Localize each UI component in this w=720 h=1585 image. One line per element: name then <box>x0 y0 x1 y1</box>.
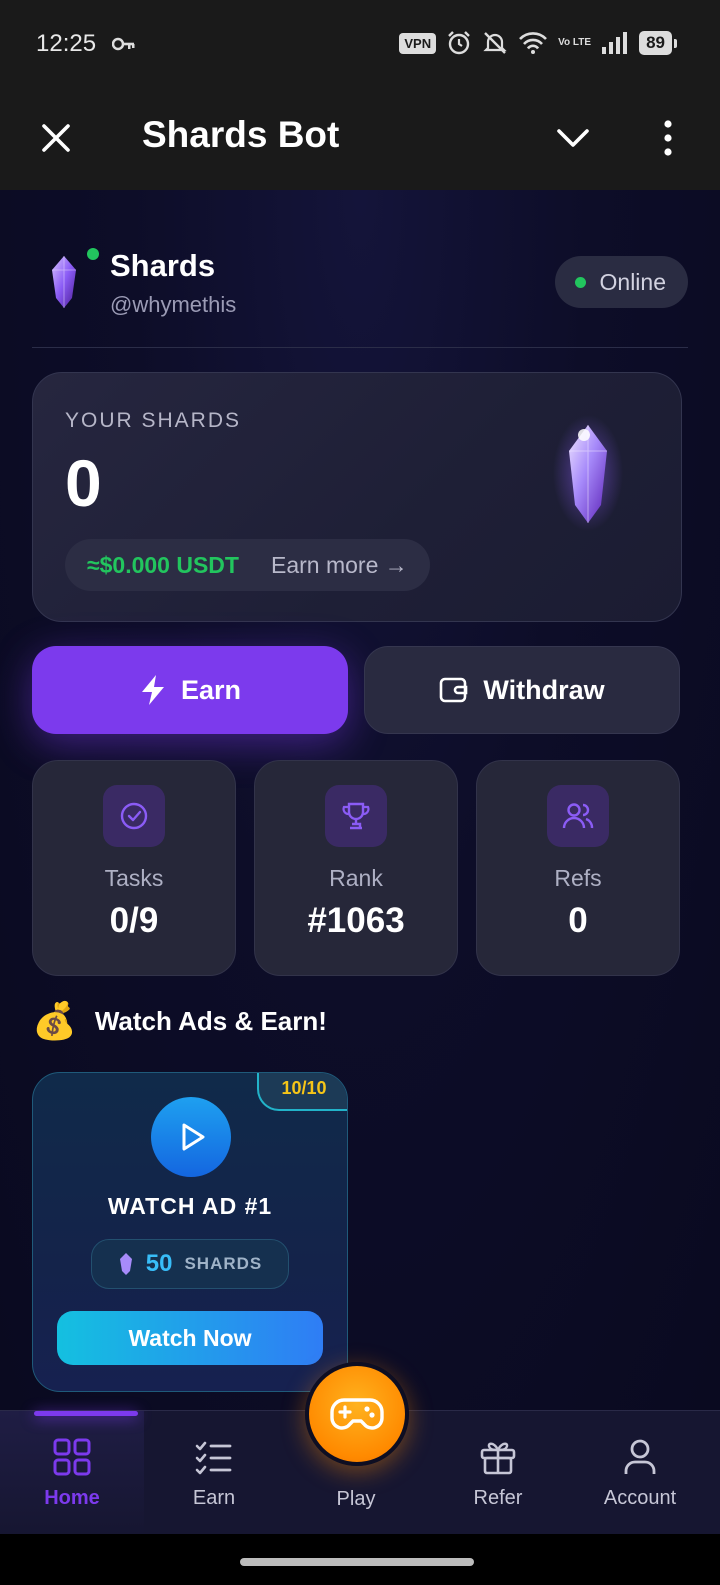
nav-label: Account <box>603 1487 677 1509</box>
checklist-icon <box>195 1441 232 1475</box>
crystal-icon <box>553 415 623 531</box>
nav-label: Earn <box>192 1487 236 1509</box>
earn-button[interactable]: Earn <box>32 646 348 734</box>
balance-value: 0 <box>65 446 102 520</box>
signal-icon <box>602 32 628 54</box>
users-icon <box>547 785 609 847</box>
nav-item-earn[interactable]: Earn <box>142 1411 286 1535</box>
play-icon[interactable] <box>151 1097 231 1177</box>
withdraw-button-label: Withdraw <box>483 674 605 705</box>
withdraw-button[interactable]: Withdraw <box>364 646 680 734</box>
battery-indicator: 89 <box>639 31 677 55</box>
shard-logo-icon <box>52 256 76 308</box>
stat-label: Tasks <box>104 865 164 891</box>
usdt-value: ≈$0.000 USDT <box>87 551 239 578</box>
user-icon <box>624 1439 656 1474</box>
nav-item-home[interactable]: Home <box>0 1411 144 1535</box>
main-content: Shards @whymethis Online YOUR SHARDS 0 ≈… <box>0 190 720 1410</box>
close-icon[interactable] <box>36 118 76 158</box>
app-bar: Shards Bot <box>0 92 720 190</box>
ad-title: WATCH AD #1 <box>107 1193 273 1219</box>
profile-header: Shards @whymethis Online <box>32 240 688 348</box>
earn-button-label: Earn <box>180 674 242 705</box>
watch-ad-card: 10/10 WATCH AD #1 50 SHARDS Watch Now <box>32 1072 348 1392</box>
lightning-icon <box>141 675 164 705</box>
gamepad-icon <box>330 1398 384 1430</box>
nav-item-account[interactable]: Account <box>568 1411 712 1535</box>
nav-label: Home <box>44 1487 100 1509</box>
stat-card-tasks[interactable]: Tasks 0/9 <box>32 760 236 976</box>
volte-indicator: Vo LTE <box>558 37 592 48</box>
check-circle-icon <box>103 785 165 847</box>
status-badge: Online <box>554 256 688 308</box>
balance-card: YOUR SHARDS 0 ≈$0.000 USDT Earn more → <box>32 372 682 622</box>
nav-label: Play <box>336 1488 376 1510</box>
status-time: 12:25 <box>36 30 97 57</box>
alarm-icon <box>448 31 470 55</box>
key-icon <box>112 37 135 51</box>
watch-now-button[interactable]: Watch Now <box>57 1311 323 1365</box>
wifi-icon <box>519 32 548 54</box>
stat-label: Rank <box>329 865 383 891</box>
usdt-pill: ≈$0.000 USDT Earn more → <box>65 539 430 591</box>
stat-card-rank[interactable]: Rank #1063 <box>254 760 458 976</box>
ad-reward-pill: 50 SHARDS <box>91 1239 289 1289</box>
stat-card-refs[interactable]: Refs 0 <box>476 760 680 976</box>
profile-handle: @whymethis <box>110 292 237 317</box>
chevron-down-icon[interactable] <box>555 120 591 156</box>
balance-label: YOUR SHARDS <box>65 409 242 432</box>
ad-count-badge: 10/10 <box>257 1073 347 1111</box>
profile-name: Shards <box>110 248 216 283</box>
stat-value: #1063 <box>307 901 405 940</box>
wallet-icon <box>440 677 468 703</box>
gesture-bar <box>0 1534 720 1585</box>
gift-icon <box>480 1442 516 1475</box>
more-vert-icon[interactable] <box>660 118 676 158</box>
stat-value: 0 <box>568 901 588 940</box>
ad-reward-unit: SHARDS <box>184 1254 263 1273</box>
app-title: Shards Bot <box>142 114 340 155</box>
status-bar: 12:25 VPN Vo LTE 89 <box>0 0 720 92</box>
ads-section-title: 💰 Watch Ads & Earn! <box>32 1000 327 1042</box>
stat-value: 0/9 <box>109 901 159 940</box>
online-status-dot <box>574 276 586 288</box>
shard-icon <box>119 1253 132 1275</box>
stat-label: Refs <box>554 865 602 891</box>
ad-reward-value: 50 <box>145 1250 173 1277</box>
vpn-badge: VPN <box>399 32 437 54</box>
earn-more-link[interactable]: Earn more → <box>271 552 408 579</box>
bell-off-icon <box>483 32 507 54</box>
trophy-icon <box>325 785 387 847</box>
play-fab-button[interactable] <box>305 1362 409 1466</box>
nav-label: Refer <box>473 1487 523 1509</box>
online-indicator-dot <box>87 248 99 260</box>
money-bag-icon: 💰 <box>32 1000 77 1041</box>
nav-item-refer[interactable]: Refer <box>426 1411 570 1535</box>
ads-section-heading: Watch Ads & Earn! <box>94 1005 327 1036</box>
grid-icon <box>53 1438 91 1476</box>
status-label: Online <box>599 268 666 295</box>
home-indicator[interactable] <box>240 1558 474 1566</box>
